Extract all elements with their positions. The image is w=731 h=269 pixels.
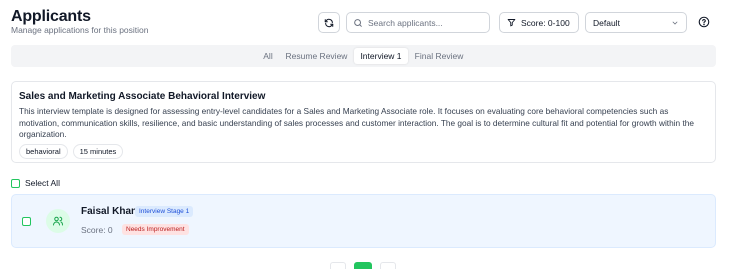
tab-resume-review[interactable]: Resume Review: [283, 48, 350, 64]
stage-badge: Interview Stage 1: [135, 206, 194, 217]
tab-interview-1[interactable]: Interview 1: [354, 48, 408, 64]
search-icon: [354, 18, 362, 27]
filter-icon: [507, 19, 516, 27]
tag-duration: 15 minutes: [72, 144, 124, 159]
tab-all[interactable]: All: [256, 48, 280, 64]
search-box[interactable]: [346, 12, 490, 33]
tag-type: behavioral: [19, 144, 68, 159]
page-title: Applicants: [11, 8, 91, 25]
select-all[interactable]: Select All: [11, 178, 60, 188]
users-icon: [53, 216, 63, 226]
select-all-checkbox[interactable]: [11, 178, 20, 188]
score-filter-button[interactable]: Score: 0-100: [499, 12, 579, 33]
pagination-current-page[interactable]: [354, 262, 372, 269]
applicant-score: Score: 0: [81, 225, 113, 235]
applicant-name[interactable]: Faisal Khan: [81, 206, 137, 217]
stage-tabs: All Resume Review Interview 1 Final Revi…: [11, 45, 716, 67]
avatar: [46, 209, 70, 233]
help-icon[interactable]: [698, 16, 710, 28]
page-subtitle: Manage applications for this position: [11, 25, 149, 35]
template-title: Sales and Marketing Associate Behavioral…: [19, 91, 266, 102]
refresh-icon: [324, 18, 334, 27]
pagination-prev-button[interactable]: [330, 262, 346, 269]
pagination: [328, 262, 396, 269]
applicant-row[interactable]: Faisal Khan Interview Stage 1 Score: 0 N…: [11, 194, 716, 248]
sort-select-value: Default: [593, 17, 620, 28]
sort-select[interactable]: Default: [585, 12, 687, 33]
template-tags: behavioral 15 minutes: [19, 144, 124, 159]
search-input[interactable]: [368, 17, 488, 28]
score-filter-label: Score: 0-100: [521, 17, 570, 28]
interview-template-card: Sales and Marketing Associate Behavioral…: [11, 81, 716, 163]
refresh-button[interactable]: [318, 12, 340, 33]
tab-final-review[interactable]: Final Review: [411, 48, 467, 64]
applicant-checkbox[interactable]: [22, 217, 31, 226]
template-description: This interview template is designed for …: [19, 106, 695, 139]
select-all-label: Select All: [25, 178, 60, 188]
status-badge: Needs Improvement: [122, 224, 189, 235]
chevron-down-icon: [672, 21, 678, 25]
pagination-next-button[interactable]: [380, 262, 396, 269]
